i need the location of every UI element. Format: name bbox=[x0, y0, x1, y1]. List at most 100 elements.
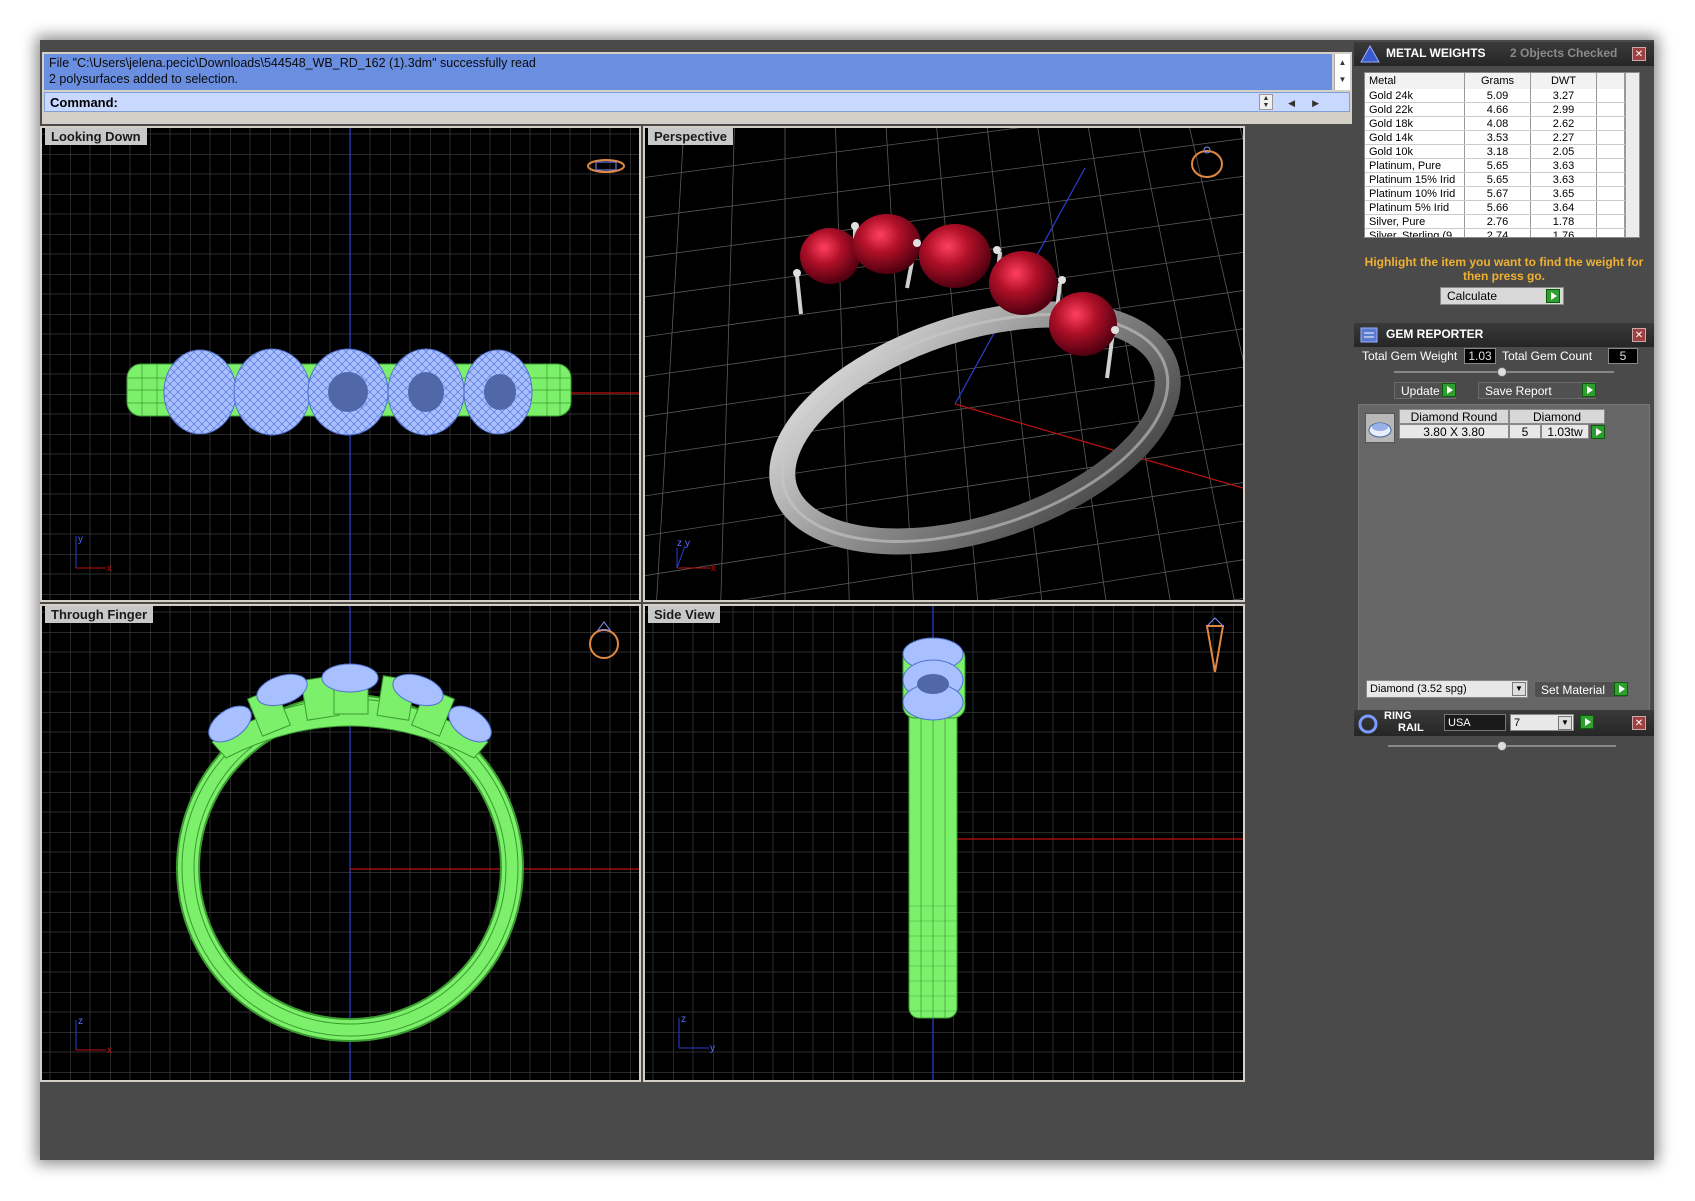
dwt-cell: 3.65 bbox=[1531, 187, 1597, 200]
axis-y-label: y bbox=[710, 1043, 715, 1054]
table-row[interactable]: Gold 22k 4.66 2.99 bbox=[1365, 103, 1639, 117]
table-row[interactable]: Silver, Pure 2.76 1.78 bbox=[1365, 215, 1639, 229]
viewport-title[interactable]: Looking Down bbox=[45, 128, 147, 145]
ring-size-slider-knob[interactable] bbox=[1497, 741, 1507, 751]
update-go-button[interactable] bbox=[1442, 383, 1456, 397]
table-body: Gold 24k 5.09 3.27 Gold 22k 4.66 2.99 Gold 18k… bbox=[1365, 89, 1639, 237]
column-header-grams[interactable]: Grams bbox=[1465, 73, 1531, 89]
history-scrollbar[interactable]: ▲ ▼ bbox=[1334, 54, 1350, 90]
metal-cell: Gold 14k bbox=[1365, 131, 1465, 144]
table-row[interactable]: Gold 14k 3.53 2.27 bbox=[1365, 131, 1639, 145]
total-gem-weight-value: 1.03 bbox=[1464, 348, 1496, 364]
viewport-side-view[interactable]: Side View z y bbox=[643, 604, 1245, 1082]
viewport-perspective[interactable]: Perspective z y x bbox=[643, 126, 1245, 602]
gem-weight: 1.03tw bbox=[1541, 424, 1589, 439]
command-left-arrow-icon[interactable]: ◀ bbox=[1288, 93, 1295, 113]
metal-weights-icon bbox=[1358, 44, 1382, 67]
metal-cell: Silver, Pure bbox=[1365, 215, 1465, 228]
table-row[interactable]: Platinum 10% Irid 5.67 3.65 bbox=[1365, 187, 1639, 201]
close-icon[interactable]: ✕ bbox=[1632, 328, 1646, 342]
dwt-cell: 2.27 bbox=[1531, 131, 1597, 144]
save-report-go-button[interactable] bbox=[1582, 383, 1596, 397]
dwt-cell: 3.63 bbox=[1531, 159, 1597, 172]
command-input[interactable]: Command: ▲ ▼ ◀ ▶ bbox=[44, 92, 1350, 112]
dwt-cell: 3.64 bbox=[1531, 201, 1597, 214]
gem-entry-go-button[interactable] bbox=[1591, 425, 1605, 439]
viewport-looking-down[interactable]: Looking Down y x bbox=[40, 126, 641, 602]
table-scrollbar[interactable] bbox=[1625, 73, 1639, 237]
right-panel: METAL WEIGHTS 2 Objects Checked ✕ Metal … bbox=[1354, 40, 1654, 1160]
through-finger-canvas: z x bbox=[42, 606, 639, 1080]
viewport-title[interactable]: Through Finger bbox=[45, 606, 154, 623]
grams-cell: 2.74 bbox=[1465, 229, 1531, 237]
grams-cell: 3.18 bbox=[1465, 145, 1531, 158]
gem-reporter-icon bbox=[1358, 325, 1380, 348]
command-spinner[interactable]: ▲ ▼ bbox=[1259, 94, 1273, 110]
objects-checked-label: 2 Objects Checked bbox=[1510, 46, 1618, 60]
looking-down-canvas: y x bbox=[42, 128, 639, 600]
set-material-go-button[interactable] bbox=[1614, 682, 1628, 696]
material-select-value: Diamond (3.52 spg) bbox=[1370, 683, 1467, 695]
close-icon[interactable]: ✕ bbox=[1632, 47, 1646, 61]
close-icon[interactable]: ✕ bbox=[1632, 716, 1646, 730]
metal-cell: Gold 10k bbox=[1365, 145, 1465, 158]
set-material-label: Set Material bbox=[1541, 683, 1606, 697]
axis-z-label: z bbox=[677, 538, 682, 549]
chevron-down-icon[interactable]: ▼ bbox=[1558, 716, 1572, 730]
column-header-dwt[interactable]: DWT bbox=[1531, 73, 1597, 89]
calculate-go-button[interactable] bbox=[1546, 289, 1560, 303]
viewport-through-finger[interactable]: Through Finger z x bbox=[40, 604, 641, 1082]
gem-wireframes bbox=[163, 348, 533, 436]
axis-z-label: z bbox=[78, 1016, 83, 1027]
ring-rail-title-line1: RING bbox=[1384, 710, 1412, 722]
viewport-title[interactable]: Side View bbox=[648, 606, 721, 623]
axis-indicator: z y x bbox=[676, 538, 716, 574]
axis-x-label: x bbox=[107, 563, 112, 574]
metal-cell: Platinum 10% Irid bbox=[1365, 187, 1465, 200]
grams-cell: 3.53 bbox=[1465, 131, 1531, 144]
total-gem-count-value: 5 bbox=[1608, 348, 1638, 364]
table-row[interactable]: Platinum 5% Irid 5.66 3.64 bbox=[1365, 201, 1639, 215]
gem-slider-knob[interactable] bbox=[1497, 367, 1507, 377]
metal-weights-hint: Highlight the item you want to find the … bbox=[1364, 255, 1644, 283]
view-orientation-icon bbox=[1191, 146, 1223, 178]
ring-size-select[interactable]: 7 ▼ bbox=[1510, 714, 1574, 731]
ring-rail-header: RING RAIL USA 7 ▼ ✕ bbox=[1354, 710, 1654, 736]
dwt-cell: 1.78 bbox=[1531, 215, 1597, 228]
save-report-button[interactable]: Save Report bbox=[1478, 382, 1596, 399]
ring-side-wireframe bbox=[902, 637, 966, 1019]
table-row[interactable]: Platinum 15% Irid 5.65 3.63 bbox=[1365, 173, 1639, 187]
grams-cell: 5.65 bbox=[1465, 159, 1531, 172]
gem-reporter-title: GEM REPORTER bbox=[1386, 327, 1484, 341]
table-row[interactable]: Gold 10k 3.18 2.05 bbox=[1365, 145, 1639, 159]
gem-list[interactable]: Diamond Round Diamond 3.80 X 3.80 5 1.03… bbox=[1358, 404, 1650, 714]
metal-weights-title: METAL WEIGHTS bbox=[1386, 46, 1486, 60]
axis-y-label: y bbox=[78, 534, 83, 545]
calculate-label: Calculate bbox=[1447, 289, 1498, 303]
metal-weights-table[interactable]: Metal Grams DWT Gold 24k 5.09 3.27 Gold 22k… bbox=[1364, 72, 1640, 238]
ring-rail-go-button[interactable] bbox=[1580, 715, 1594, 729]
gem-count: 5 bbox=[1509, 424, 1541, 439]
material-select[interactable]: Diamond (3.52 spg) ▼ bbox=[1366, 680, 1528, 698]
ring-rail-icon bbox=[1358, 714, 1380, 737]
grams-cell: 5.67 bbox=[1465, 187, 1531, 200]
table-header: Metal Grams DWT bbox=[1365, 73, 1639, 89]
viewport-title[interactable]: Perspective bbox=[648, 128, 733, 145]
grams-cell: 4.66 bbox=[1465, 103, 1531, 116]
gem-thumbnail[interactable] bbox=[1365, 413, 1395, 443]
table-row[interactable]: Silver, Sterling (9... 2.74 1.76 bbox=[1365, 229, 1639, 237]
grams-cell: 4.08 bbox=[1465, 117, 1531, 130]
column-header-metal[interactable]: Metal bbox=[1365, 73, 1465, 89]
command-right-arrow-icon[interactable]: ▶ bbox=[1312, 93, 1319, 113]
ring-region-select[interactable]: USA bbox=[1444, 714, 1506, 731]
metal-cell: Platinum 15% Irid bbox=[1365, 173, 1465, 186]
metal-weights-header: METAL WEIGHTS 2 Objects Checked ✕ bbox=[1354, 42, 1654, 66]
gem-reporter-header: GEM REPORTER ✕ bbox=[1354, 323, 1654, 347]
metal-cell: Gold 24k bbox=[1365, 89, 1465, 102]
metal-cell: Gold 18k bbox=[1365, 117, 1465, 130]
chevron-down-icon[interactable]: ▼ bbox=[1512, 682, 1526, 696]
table-row[interactable]: Gold 24k 5.09 3.27 bbox=[1365, 89, 1639, 103]
table-row[interactable]: Platinum, Pure 5.65 3.63 bbox=[1365, 159, 1639, 173]
table-row[interactable]: Gold 18k 4.08 2.62 bbox=[1365, 117, 1639, 131]
dwt-cell: 3.27 bbox=[1531, 89, 1597, 102]
